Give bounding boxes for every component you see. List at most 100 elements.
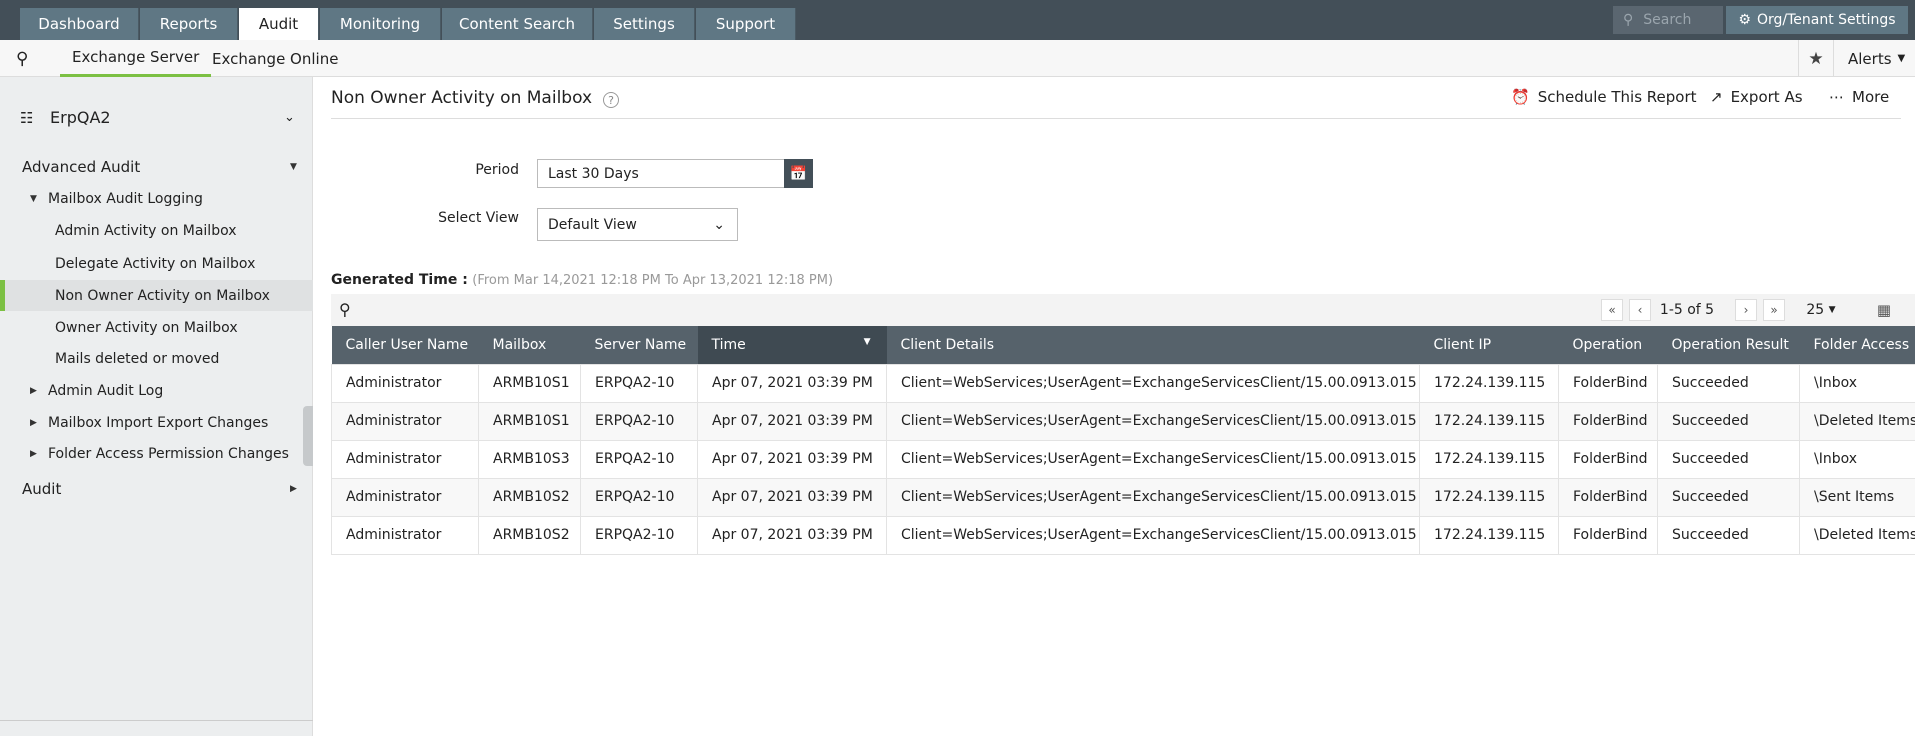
table-row[interactable]: Administrator ARMB10S2 ERPQA2-10 Apr 07, 20… [331,477,1915,517]
table-cell: Apr 07, 2021 03:39 PM [697,363,887,403]
table-cell: ARMB10S1 [478,401,581,441]
org-selector[interactable]: ☷ ErpQA2 ⌄ [0,102,313,133]
sidebar-item-admin-audit-log[interactable]: ▶ Admin Audit Log [0,375,313,406]
table-row[interactable]: Administrator ARMB10S2 ERPQA2-10 Apr 07, 20… [331,515,1915,555]
table-cell: Succeeded [1657,515,1800,555]
tab-dashboard[interactable]: Dashboard [20,8,139,40]
column-header[interactable]: Time ▼ [697,326,887,364]
column-header[interactable]: Client Details [886,326,1420,364]
table-cell: ERPQA2-10 [580,515,698,555]
column-header[interactable]: Mailbox [478,326,581,364]
org-tenant-settings-button[interactable]: ⚙ Org/Tenant Settings [1726,6,1908,34]
pagination-info: 1-5 of 5 [1659,302,1715,318]
sidebar: ☷ ErpQA2 ⌄ ▼ Advanced Audit ▼ Mailbox Audit… [0,77,313,736]
page-size-dropdown[interactable]: 25 ▼ [1801,299,1841,321]
tab-settings[interactable]: Settings [594,8,695,40]
table-cell: Client=WebServices;UserAgent=ExchangeSer… [886,439,1420,479]
table-cell: 172.24.139.115 [1419,401,1559,441]
prev-page-button[interactable]: ‹ [1629,299,1651,321]
help-icon[interactable]: ? [603,92,619,108]
table-cell: Client=WebServices;UserAgent=ExchangeSer… [886,363,1420,403]
more-button[interactable]: ⋯ More [1829,88,1889,106]
global-search[interactable]: ⚲ Search [1613,6,1723,34]
export-as-button[interactable]: ↗ Export As [1710,88,1803,106]
tab-audit[interactable]: Audit [239,8,319,40]
table-cell: Apr 07, 2021 03:39 PM [697,439,887,479]
sidebar-item-admin-activity-on-mailbox[interactable]: Admin Activity on Mailbox [0,215,313,246]
select-view-dropdown[interactable]: Default View ⌄ [537,208,738,241]
table-cell: \Inbox [1799,363,1915,403]
sidebar-item-advanced-audit[interactable]: ▼ Advanced Audit [0,151,313,182]
table-cell: 172.24.139.115 [1419,477,1559,517]
table-cell: ARMB10S2 [478,515,581,555]
gear-icon: ⚙ [1738,12,1751,28]
divider [331,118,1901,119]
column-header[interactable]: Client IP [1419,326,1559,364]
table-cell: Succeeded [1657,401,1800,441]
sidebar-item-delegate-activity-on-mailbox[interactable]: Delegate Activity on Mailbox [0,248,313,279]
sidebar-item-folder-access-permission-changes[interactable]: ▶ Folder Access Permission Changes [0,438,313,469]
chevron-down-icon: ⌄ [713,216,725,233]
favorite-star-icon[interactable]: ★ [1798,40,1834,77]
select-view-label: Select View [438,210,519,226]
sidebar-item-label: Delegate Activity on Mailbox [55,255,256,272]
sidebar-item-mailbox-audit-logging[interactable]: ▼ Mailbox Audit Logging [0,183,313,214]
alerts-dropdown[interactable]: Alerts ▼ [1848,40,1905,77]
table-cell: Apr 07, 2021 03:39 PM [697,401,887,441]
tab-support[interactable]: Support [696,8,796,40]
calendar-icon[interactable]: 📅 [784,159,813,188]
column-header[interactable]: Folder Access [1799,326,1915,364]
last-page-button[interactable]: » [1763,299,1785,321]
tab-reports[interactable]: Reports [140,8,238,40]
tab-content-search[interactable]: Content Search [442,8,593,40]
table-cell: Client=WebServices;UserAgent=ExchangeSer… [886,477,1420,517]
sidebar-item-label: Admin Audit Log [48,382,164,399]
table-cell: FolderBind [1558,363,1658,403]
column-header-label: Mailbox [492,336,547,353]
table-cell: Administrator [331,439,479,479]
first-page-button[interactable]: « [1601,299,1623,321]
generated-time: Generated Time : (From Mar 14,2021 12:18… [331,272,834,288]
chevron-down-icon: ⌄ [284,110,295,125]
subnav-exchange-server[interactable]: Exchange Server [60,40,212,77]
sidebar-item-mailbox-import-export-changes[interactable]: ▶ Mailbox Import Export Changes [0,407,313,438]
sidebar-item-non-owner-activity-on-mailbox[interactable]: Non Owner Activity on Mailbox [0,280,313,311]
period-input[interactable]: Last 30 Days [537,159,785,188]
column-header[interactable]: Server Name [580,326,698,364]
table-search-icon[interactable]: ⚲ [339,300,351,319]
export-icon: ↗ [1710,88,1723,106]
table-cell: 172.24.139.115 [1419,439,1559,479]
caret-down-icon: ▼ [30,193,37,204]
sidebar-collapse-handle[interactable] [303,406,313,466]
subnav-exchange-online[interactable]: Exchange Online [212,40,338,77]
column-header-label: Operation Result [1671,336,1789,353]
column-chooser-icon[interactable]: ▦ [1871,299,1897,321]
column-header[interactable]: Operation [1558,326,1658,364]
sidebar-item-audit[interactable]: ▶ Audit [0,473,313,504]
table-cell: 172.24.139.115 [1419,363,1559,403]
table-cell: Succeeded [1657,477,1800,517]
table-row[interactable]: Administrator ARMB10S1 ERPQA2-10 Apr 07, 20… [331,363,1915,403]
column-header-label: Operation [1572,336,1643,353]
search-icon[interactable]: ⚲ [16,40,28,77]
column-header-label: Client IP [1433,336,1492,353]
table-cell: ERPQA2-10 [580,439,698,479]
sort-desc-icon: ▼ [863,336,871,347]
sidebar-item-owner-activity-on-mailbox[interactable]: Owner Activity on Mailbox [0,312,313,343]
table-cell: \Inbox [1799,439,1915,479]
sidebar-item-mails-deleted-or-moved[interactable]: Mails deleted or moved [0,343,313,374]
table-cell: Apr 07, 2021 03:39 PM [697,477,887,517]
sidebar-item-label: Mailbox Audit Logging [48,190,203,207]
more-icon: ⋯ [1829,88,1844,106]
column-header[interactable]: Operation Result [1657,326,1800,364]
tab-monitoring[interactable]: Monitoring [320,8,441,40]
table-toolbar: ⚲ « ‹ 1-5 of 5 › » 25 ▼ ▦ [331,294,1915,326]
column-header[interactable]: Caller User Name [331,326,479,364]
table-cell: Administrator [331,363,479,403]
table-cell: FolderBind [1558,439,1658,479]
table-row[interactable]: Administrator ARMB10S1 ERPQA2-10 Apr 07, 20… [331,401,1915,441]
table-row[interactable]: Administrator ARMB10S3 ERPQA2-10 Apr 07, 20… [331,439,1915,479]
schedule-report-button[interactable]: ⏰ Schedule This Report [1511,88,1697,106]
caret-right-icon: ▶ [30,417,37,428]
next-page-button[interactable]: › [1735,299,1757,321]
